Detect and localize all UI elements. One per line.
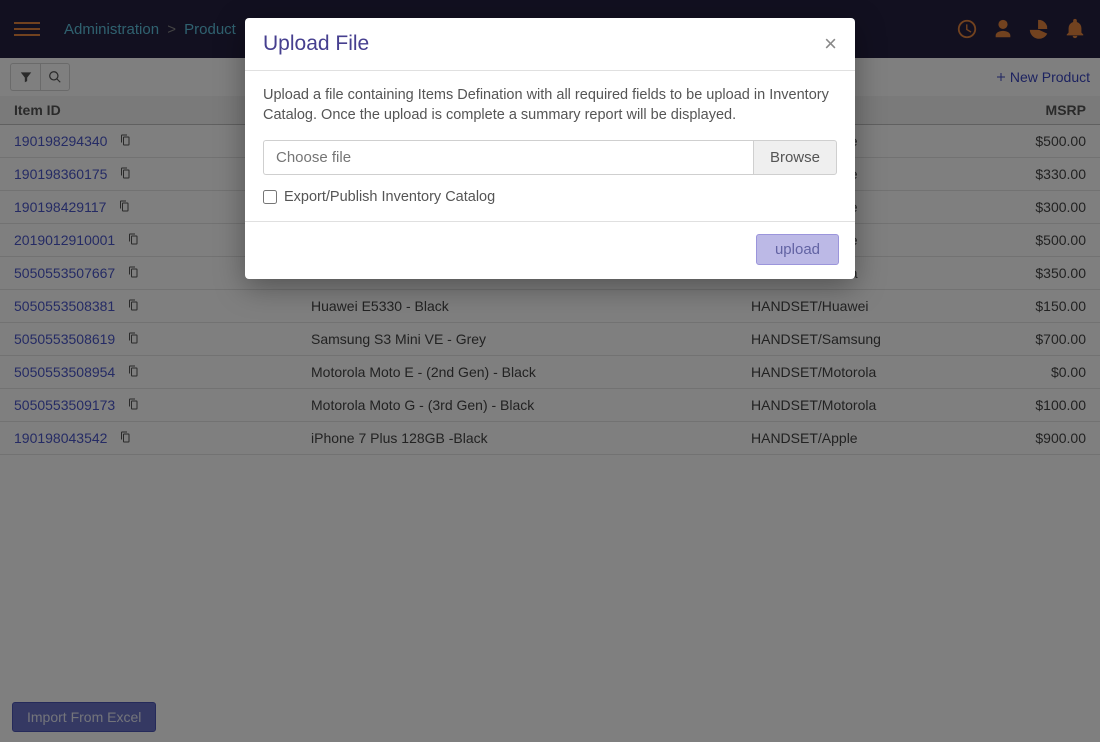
file-chooser: Browse: [263, 140, 837, 175]
file-input[interactable]: [263, 140, 753, 175]
export-publish-label: Export/Publish Inventory Catalog: [284, 189, 495, 205]
upload-button[interactable]: upload: [756, 234, 839, 265]
modal-body: Upload a file containing Items Definatio…: [245, 71, 855, 221]
modal-close-button[interactable]: ×: [824, 33, 837, 55]
modal-footer: upload: [245, 221, 855, 279]
modal-title: Upload File: [263, 32, 369, 56]
export-publish-checkbox[interactable]: [263, 190, 277, 204]
upload-file-modal: Upload File × Upload a file containing I…: [245, 18, 855, 279]
browse-button[interactable]: Browse: [753, 140, 837, 175]
export-publish-checkbox-row[interactable]: Export/Publish Inventory Catalog: [263, 189, 837, 205]
modal-header: Upload File ×: [245, 18, 855, 71]
modal-description: Upload a file containing Items Definatio…: [263, 85, 837, 126]
